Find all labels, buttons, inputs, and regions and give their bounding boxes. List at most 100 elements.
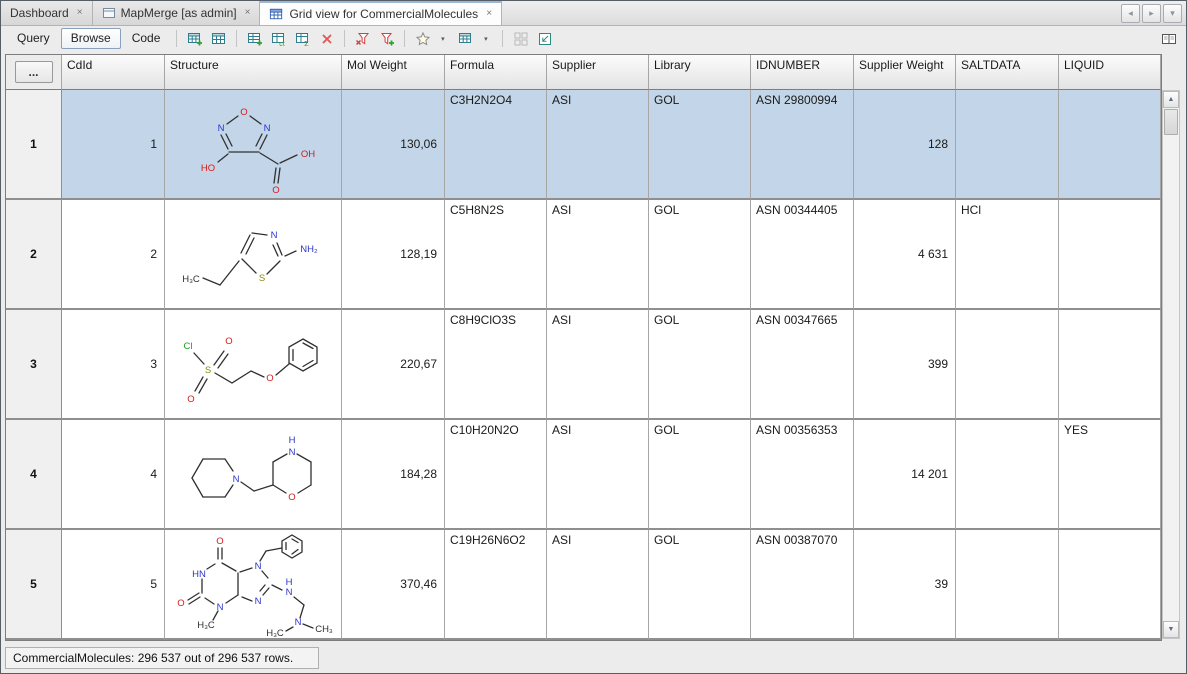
cell-supplier[interactable]: ASI [547, 200, 649, 310]
cell-structure[interactable]: N N H O [165, 420, 342, 530]
cell-saltdata[interactable]: HCl [956, 200, 1059, 310]
cell-liquid[interactable] [1059, 90, 1161, 200]
close-icon[interactable]: × [245, 8, 251, 18]
cell-saltdata[interactable] [956, 530, 1059, 640]
row-header[interactable]: 5 [6, 530, 62, 640]
scroll-tabs-right-icon[interactable]: ▸ [1142, 4, 1161, 23]
cell-cdid[interactable]: 5 [62, 530, 165, 640]
column-header-idnumber[interactable]: IDNUMBER [751, 55, 854, 90]
cell-cdid[interactable]: 3 [62, 310, 165, 420]
edit-table-icon[interactable] [207, 28, 230, 49]
close-icon[interactable]: × [77, 8, 83, 18]
view-table-dropdown-icon[interactable] [454, 28, 477, 49]
cell-structure[interactable]: Cl S O O O [165, 310, 342, 420]
tab-list-icon[interactable]: ▾ [1163, 4, 1182, 23]
cell-structure[interactable]: O NN HO O OH [165, 90, 342, 200]
cell-saltdata[interactable] [956, 420, 1059, 530]
cell-supplier-weight[interactable]: 14 201 [854, 420, 956, 530]
favorites-star-icon[interactable] [411, 28, 434, 49]
row-header[interactable]: 4 [6, 420, 62, 530]
cell-supplier[interactable]: ASI [547, 420, 649, 530]
query-mode-button[interactable]: Query [7, 28, 60, 49]
cell-supplier-weight[interactable]: 128 [854, 90, 956, 200]
cell-supplier[interactable]: ASI [547, 530, 649, 640]
cell-cdid[interactable]: 2 [62, 200, 165, 310]
cell-liquid[interactable] [1059, 310, 1161, 420]
delete-row-icon[interactable] [315, 28, 338, 49]
row-header[interactable]: 3 [6, 310, 62, 420]
cell-idnumber[interactable]: ASN 00344405 [751, 200, 854, 310]
cell-mol-weight[interactable]: 370,46 [342, 530, 445, 640]
column-header-cdid[interactable]: CdId [62, 55, 165, 90]
grid-options-button[interactable]: ... [15, 61, 53, 83]
scrollbar-thumb[interactable] [1164, 109, 1178, 135]
column-header-structure[interactable]: Structure [165, 55, 342, 90]
cell-formula[interactable]: C8H9ClO3S [445, 310, 547, 420]
cell-structure[interactable]: S N NH₂ H₃C [165, 200, 342, 310]
schema-browser-icon[interactable] [1157, 28, 1180, 49]
cell-cdid[interactable]: 1 [62, 90, 165, 200]
cell-formula[interactable]: C3H2N2O4 [445, 90, 547, 200]
tab-label: Grid view for CommercialMolecules [289, 7, 478, 21]
column-header-mol-weight[interactable]: Mol Weight [342, 55, 445, 90]
cell-library[interactable]: GOL [649, 200, 751, 310]
cell-formula[interactable]: C10H20N2O [445, 420, 547, 530]
cell-supplier-weight[interactable]: 39 [854, 530, 956, 640]
view-caret-icon[interactable]: ▾ [478, 28, 496, 49]
scroll-down-icon[interactable]: ▼ [1163, 621, 1179, 638]
column-header-supplier-weight[interactable]: Supplier Weight [854, 55, 956, 90]
cell-liquid[interactable] [1059, 200, 1161, 310]
column-header-supplier[interactable]: Supplier [547, 55, 649, 90]
chemical-terms-column-icon[interactable]: ct [267, 28, 290, 49]
browse-mode-button[interactable]: Browse [61, 28, 121, 49]
favorites-caret-icon[interactable]: ▾ [435, 28, 453, 49]
column-header-saltdata[interactable]: SALTDATA [956, 55, 1059, 90]
cell-formula[interactable]: C5H8N2S [445, 200, 547, 310]
cell-idnumber[interactable]: ASN 00356353 [751, 420, 854, 530]
cell-library[interactable]: GOL [649, 420, 751, 530]
cell-supplier-weight[interactable]: 399 [854, 310, 956, 420]
cell-saltdata[interactable] [956, 310, 1059, 420]
cell-idnumber[interactable]: ASN 29800994 [751, 90, 854, 200]
cell-liquid[interactable]: YES [1059, 420, 1161, 530]
code-mode-button[interactable]: Code [122, 28, 171, 49]
tab-mapmerge[interactable]: MapMerge [as admin] × [93, 1, 261, 25]
cell-mol-weight[interactable]: 184,28 [342, 420, 445, 530]
cell-formula[interactable]: C19H26N6O2 [445, 530, 547, 640]
cell-library[interactable]: GOL [649, 90, 751, 200]
cell-mol-weight[interactable]: 128,19 [342, 200, 445, 310]
tab-dashboard[interactable]: Dashboard × [1, 1, 93, 25]
row-header[interactable]: 2 [6, 200, 62, 310]
cell-structure[interactable]: O O HN N H₃C N N N H N CH₃ H₃C [165, 530, 342, 640]
aggregate-column-icon[interactable]: Σ [291, 28, 314, 49]
cell-idnumber[interactable]: ASN 00387070 [751, 530, 854, 640]
cell-saltdata[interactable] [956, 90, 1059, 200]
cell-idnumber[interactable]: ASN 00347665 [751, 310, 854, 420]
svg-text:N: N [254, 561, 261, 572]
tab-grid-view[interactable]: Grid view for CommercialMolecules × [260, 1, 502, 25]
cell-mol-weight[interactable]: 130,06 [342, 90, 445, 200]
filter-add-icon[interactable] [375, 28, 398, 49]
cell-supplier[interactable]: ASI [547, 310, 649, 420]
column-header-liquid[interactable]: LIQUID [1059, 55, 1161, 90]
svg-text:O: O [177, 598, 184, 609]
row-header[interactable]: 1 [6, 90, 62, 200]
cell-library[interactable]: GOL [649, 530, 751, 640]
filter-clear-icon[interactable] [351, 28, 374, 49]
add-row-icon[interactable] [243, 28, 266, 49]
close-icon[interactable]: × [486, 9, 492, 19]
layout-grid-icon[interactable] [509, 28, 532, 49]
new-table-icon[interactable] [183, 28, 206, 49]
cell-liquid[interactable] [1059, 530, 1161, 640]
cell-supplier[interactable]: ASI [547, 90, 649, 200]
cell-supplier-weight[interactable]: 4 631 [854, 200, 956, 310]
cell-cdid[interactable]: 4 [62, 420, 165, 530]
cell-mol-weight[interactable]: 220,67 [342, 310, 445, 420]
scroll-up-icon[interactable]: ▲ [1163, 91, 1179, 108]
scroll-tabs-left-icon[interactable]: ◂ [1121, 4, 1140, 23]
vertical-scrollbar[interactable]: ▲ ▼ [1162, 90, 1180, 639]
column-header-library[interactable]: Library [649, 55, 751, 90]
cell-library[interactable]: GOL [649, 310, 751, 420]
column-header-formula[interactable]: Formula [445, 55, 547, 90]
fit-to-window-icon[interactable] [533, 28, 556, 49]
